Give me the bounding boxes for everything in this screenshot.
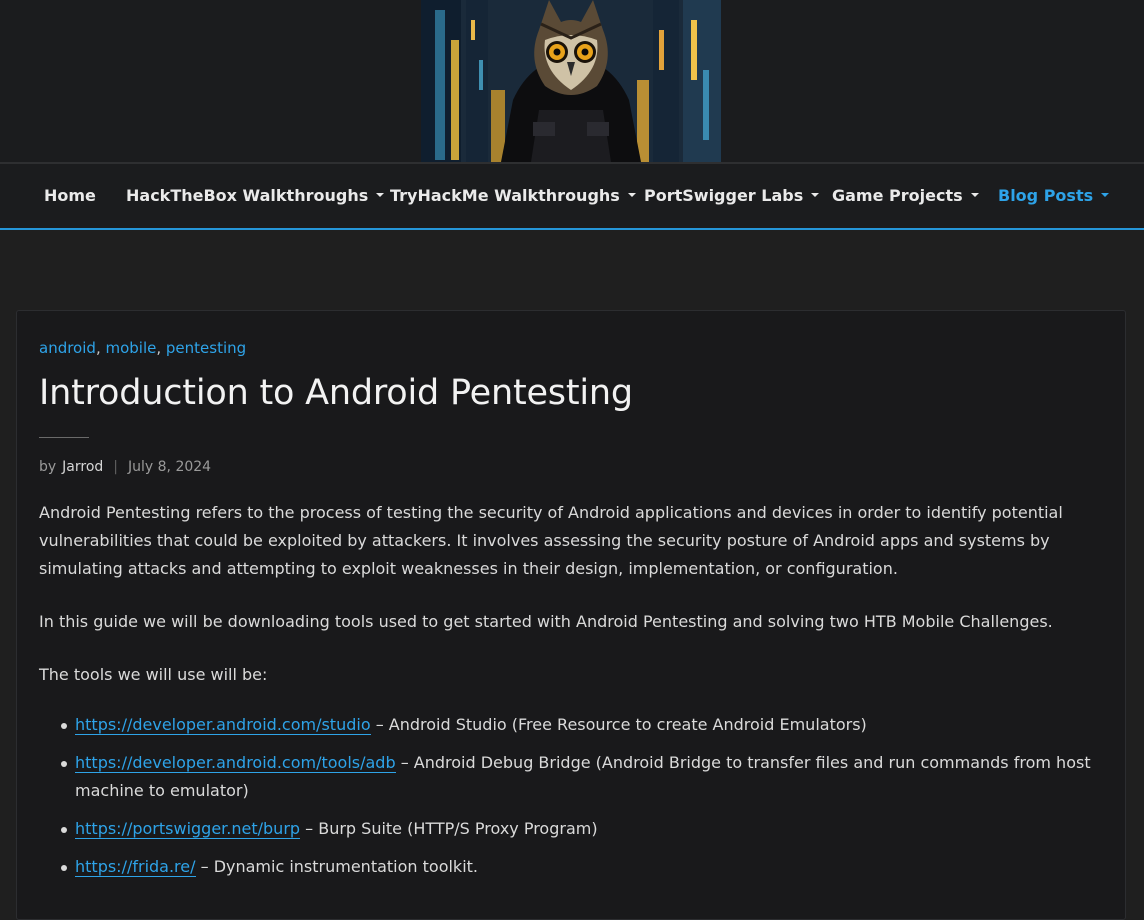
tool-link-android-studio[interactable]: https://developer.android.com/studio [75,715,371,735]
owl-hacker-logo-image [421,0,721,162]
nav-item-label: Blog Posts [998,186,1094,205]
tools-intro-paragraph: The tools we will use will be: [39,665,268,684]
list-item: https://developer.android.com/studio – A… [61,711,1109,739]
main-navigation: Home HackTheBox Walkthroughs TryHackMe W… [0,162,1144,230]
intro-paragraph: Android Pentesting refers to the process… [39,503,1063,578]
chevron-down-icon [970,192,979,197]
site-header [0,0,1144,162]
category-link-mobile[interactable]: mobile [105,339,156,357]
chevron-down-icon [1101,192,1110,197]
tool-description: – Burp Suite (HTTP/S Proxy Program) [300,819,598,838]
chevron-down-icon [627,192,636,197]
nav-item-home[interactable]: Home [44,164,96,228]
nav-item-label: TryHackMe Walkthroughs [390,186,620,205]
category-link-android[interactable]: android [39,339,96,357]
nav-item-tryhackme-walkthroughs[interactable]: TryHackMe Walkthroughs [390,164,636,228]
article-meta: by Jarrod | July 8, 2024 [39,459,211,475]
site-logo[interactable] [421,0,721,162]
author-link[interactable]: Jarrod [62,459,103,475]
nav-item-hackthebox-walkthroughs[interactable]: HackTheBox Walkthroughs [126,164,385,228]
nav-item-blog-posts[interactable]: Blog Posts [998,164,1110,228]
tool-link-burp[interactable]: https://portswigger.net/burp [75,819,301,839]
tools-list: https://developer.android.com/studio – A… [39,711,1109,891]
chevron-down-icon [376,192,385,197]
tool-link-adb[interactable]: https://developer.android.com/tools/adb [75,753,396,773]
title-divider [39,437,89,438]
tool-description: – Android Studio (Free Resource to creat… [370,715,867,734]
nav-item-label: PortSwigger Labs [644,186,804,205]
tool-description: – Dynamic instrumentation toolkit. [195,857,478,876]
list-item: https://portswigger.net/burp – Burp Suit… [61,815,1109,843]
category-link-pentesting[interactable]: pentesting [166,339,246,357]
article-card: android, mobile, pentesting Introduction… [16,310,1126,920]
tool-link-frida[interactable]: https://frida.re/ [75,857,196,877]
nav-item-label: HackTheBox Walkthroughs [126,186,369,205]
nav-item-label: Game Projects [832,186,963,205]
list-item: https://frida.re/ – Dynamic instrumentat… [61,853,1109,881]
nav-item-game-projects[interactable]: Game Projects [832,164,979,228]
article-title: Introduction to Android Pentesting [39,373,633,413]
chevron-down-icon [811,192,820,197]
nav-item-portswigger-labs[interactable]: PortSwigger Labs [644,164,820,228]
category-list: android, mobile, pentesting [39,339,247,357]
guide-paragraph: In this guide we will be downloading too… [39,612,1053,631]
by-label: by [39,459,57,475]
nav-item-label: Home [44,186,96,205]
list-item: https://developer.android.com/tools/adb … [61,749,1109,805]
meta-separator: | [113,459,119,475]
post-date[interactable]: July 8, 2024 [128,459,211,475]
